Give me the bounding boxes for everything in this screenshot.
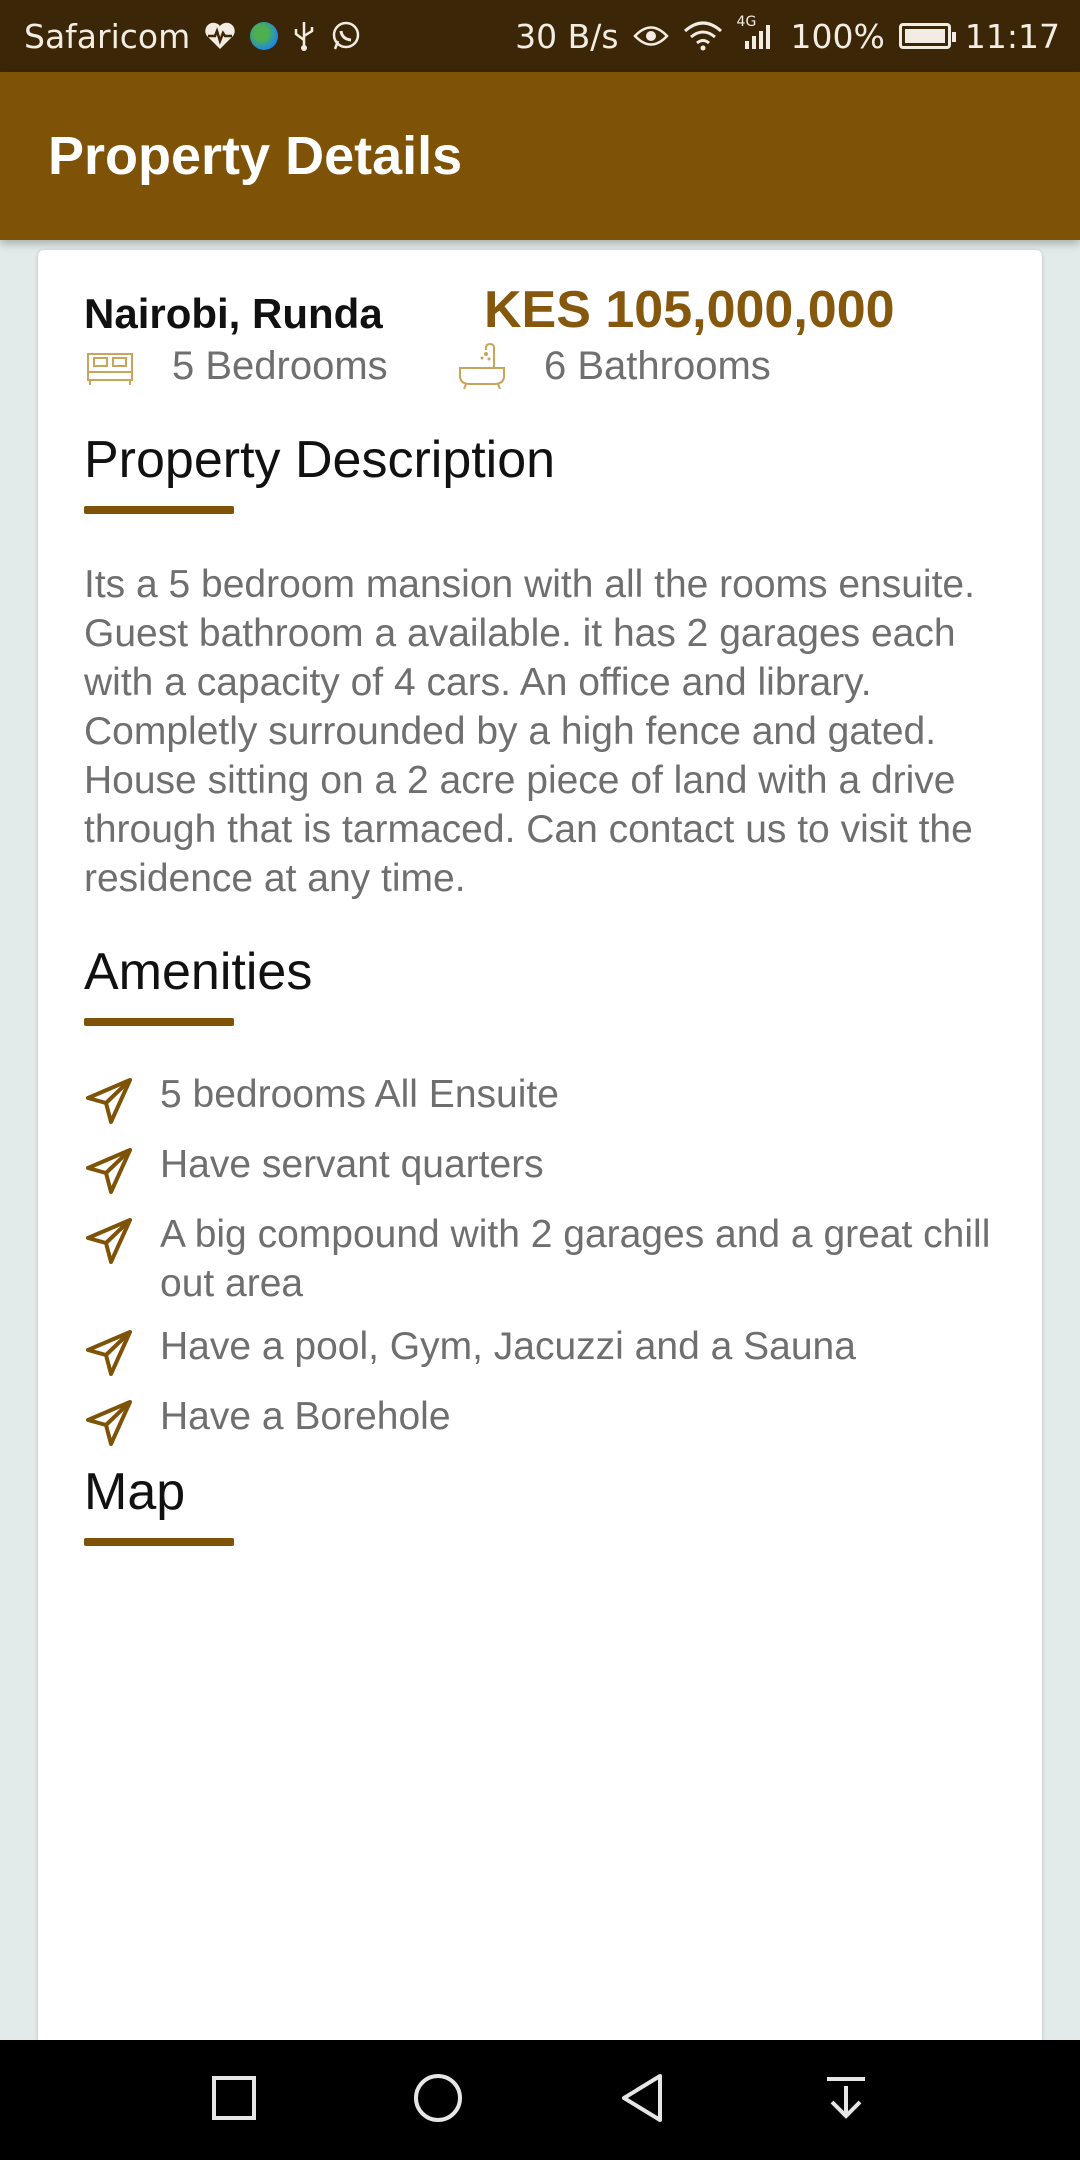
battery-percent: 100% [790, 16, 885, 56]
amenity-text: Have servant quarters [160, 1143, 544, 1186]
heart-pulse-icon [204, 21, 236, 51]
page-title: Property Details [48, 126, 463, 186]
amenity-text: A big compound with 2 garages and a grea… [160, 1213, 991, 1305]
bathrooms-count: 6 Bathrooms [544, 343, 771, 388]
bedrooms-count: 5 Bedrooms [172, 343, 388, 388]
property-features: 5 Bedrooms 6 Bathrooms [84, 340, 984, 400]
wifi-icon [683, 21, 723, 51]
home-button[interactable] [406, 2068, 470, 2132]
carrier-name: Safaricom [24, 16, 191, 56]
network-type: 4G [736, 14, 757, 30]
property-location: Nairobi, Runda [84, 290, 383, 337]
bed-icon [84, 340, 136, 392]
app-bar: Property Details [0, 72, 1080, 240]
map-view[interactable] [38, 1580, 1042, 2050]
bedrooms-feature: 5 Bedrooms [84, 340, 388, 392]
map-underline [84, 1538, 234, 1546]
back-triangle-icon [618, 2072, 666, 2129]
property-card[interactable]: Nairobi, Runda KES 105,000,000 5 Bedroom… [38, 250, 1042, 2050]
status-right: 30 B/s 4G 100% 11:17 [515, 15, 1060, 56]
navigation-arrow-icon [84, 1328, 134, 1378]
circle-icon [412, 2072, 464, 2129]
amenities-heading: Amenities [84, 943, 313, 1001]
amenities-list: 5 bedrooms All Ensuite Have servant quar… [84, 1070, 1004, 1462]
amenity-item: 5 bedrooms All Ensuite [84, 1070, 1004, 1126]
amenity-item: Have servant quarters [84, 1140, 1004, 1196]
navigation-arrow-icon [84, 1216, 134, 1266]
description-underline [84, 506, 234, 514]
usb-icon [292, 20, 316, 52]
map-heading: Map [84, 1463, 186, 1521]
description-text: Its a 5 bedroom mansion with all the roo… [84, 563, 975, 900]
globe-icon [250, 22, 279, 50]
notifications-button[interactable] [814, 2068, 878, 2132]
navigation-arrow-icon [84, 1398, 134, 1448]
clock: 11:17 [964, 16, 1060, 56]
description-heading: Property Description [84, 431, 556, 489]
recents-button[interactable] [202, 2068, 266, 2132]
whatsapp-icon [330, 20, 362, 52]
bathrooms-feature: 6 Bathrooms [456, 340, 771, 392]
amenity-text: Have a Borehole [160, 1395, 451, 1438]
notification-down-icon [823, 2074, 869, 2127]
square-icon [211, 2075, 257, 2126]
amenities-underline [84, 1018, 234, 1026]
network-speed: 30 B/s [515, 16, 619, 56]
signal-icon: 4G [737, 15, 777, 51]
navigation-arrow-icon [84, 1076, 134, 1126]
amenity-item: Have a Borehole [84, 1392, 1004, 1448]
status-bar: Safaricom 30 B/s 4G 100% 11:17 [0, 0, 1080, 72]
eye-icon [632, 23, 669, 49]
amenity-item: A big compound with 2 garages and a grea… [84, 1210, 1004, 1308]
property-price: KES 105,000,000 [484, 281, 895, 339]
amenity-text: Have a pool, Gym, Jacuzzi and a Sauna [160, 1325, 856, 1368]
navigation-arrow-icon [84, 1146, 134, 1196]
amenity-text: 5 bedrooms All Ensuite [160, 1073, 559, 1116]
battery-icon [898, 23, 956, 49]
bathtub-icon [456, 340, 508, 392]
amenity-item: Have a pool, Gym, Jacuzzi and a Sauna [84, 1322, 1004, 1378]
system-nav-bar [0, 2040, 1080, 2160]
status-left: Safaricom [24, 17, 362, 56]
back-button[interactable] [610, 2068, 674, 2132]
